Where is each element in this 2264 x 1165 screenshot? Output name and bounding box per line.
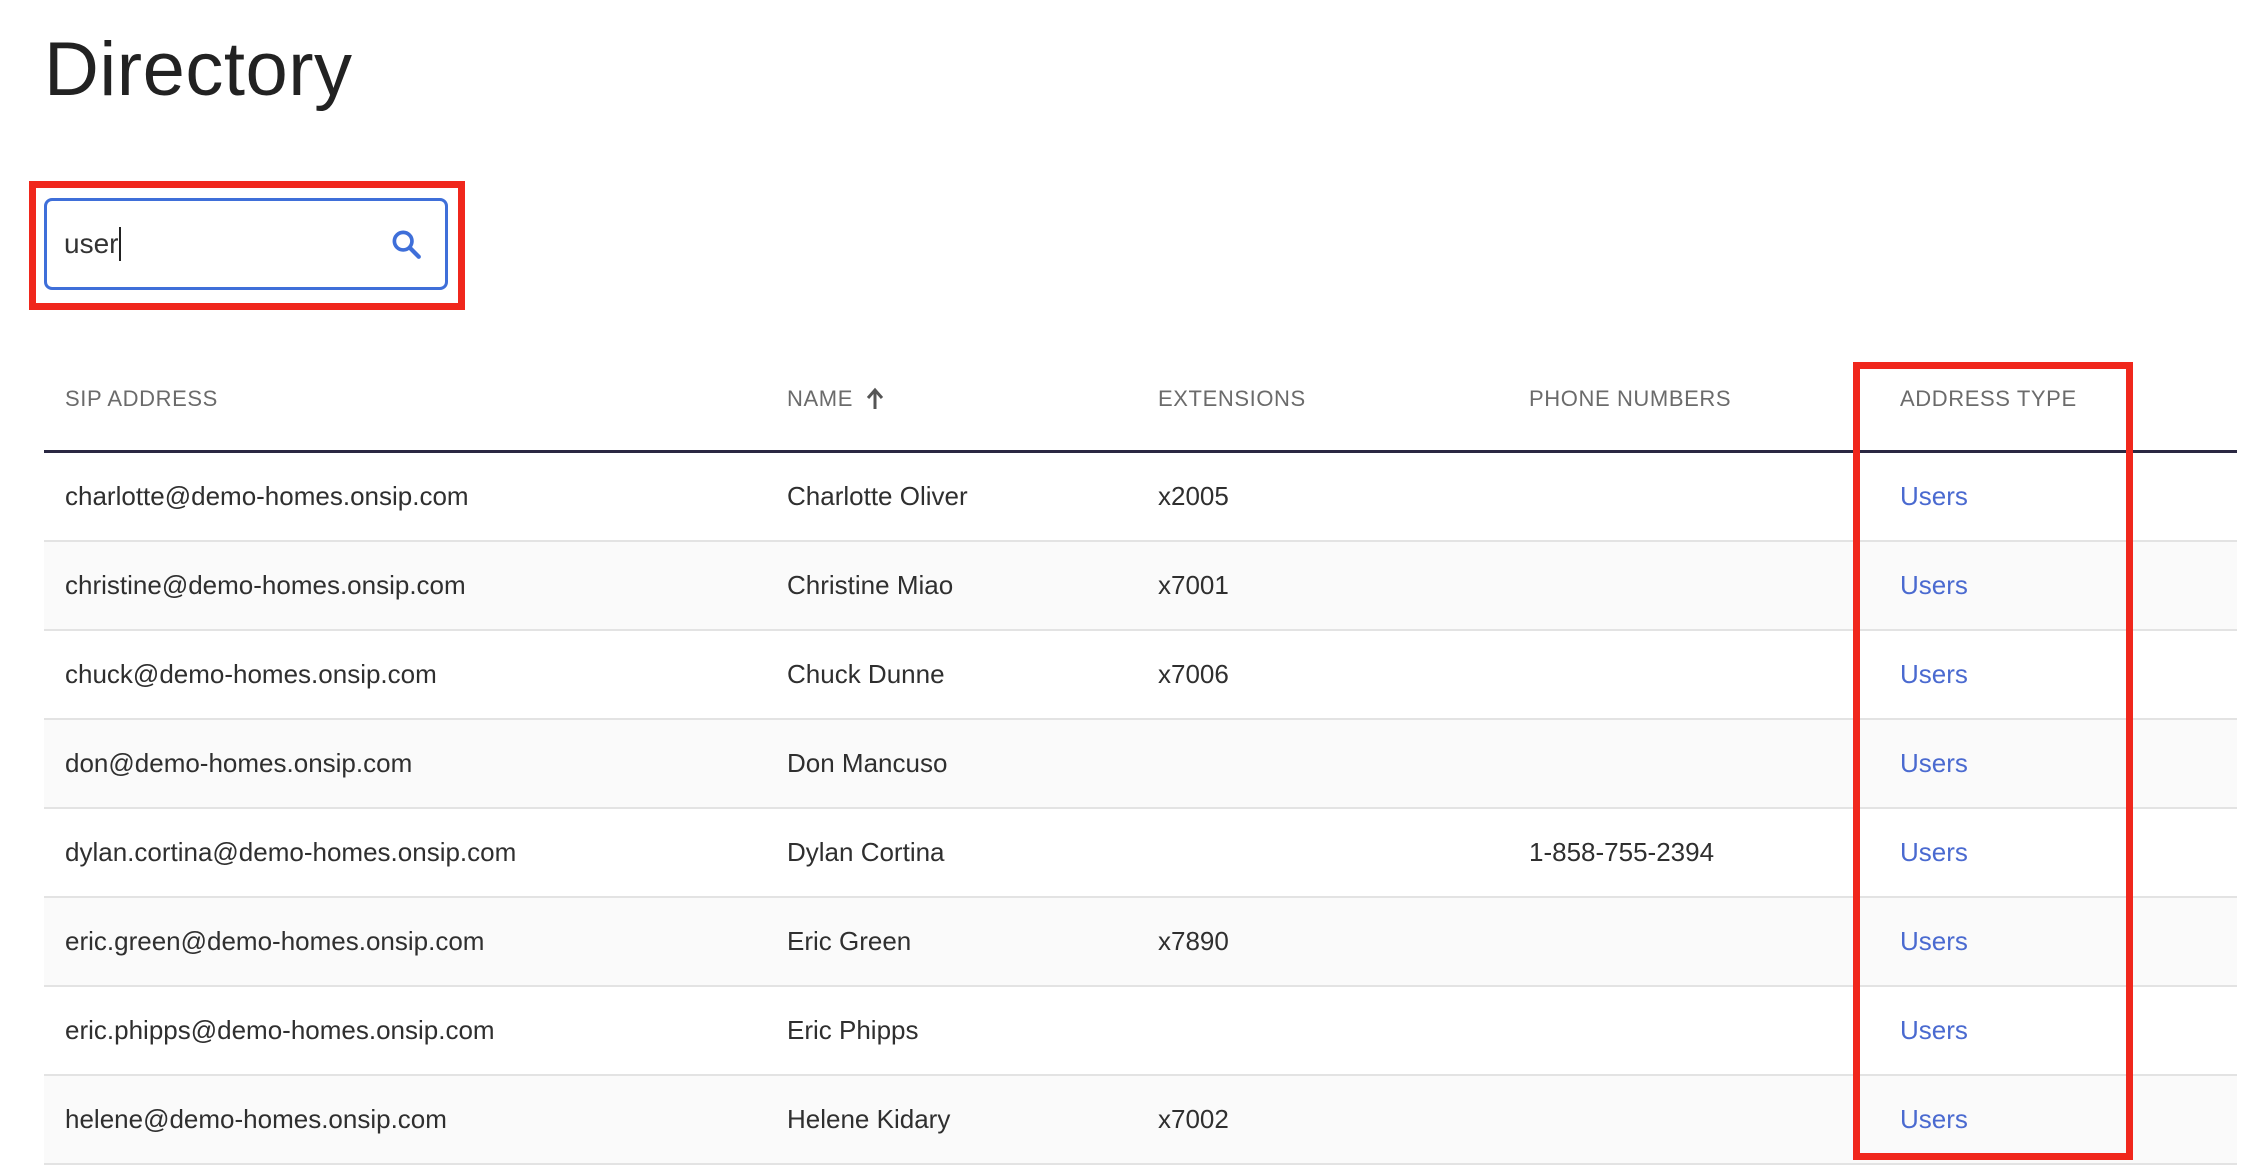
table-row[interactable]: chuck@demo-homes.onsip.com Chuck Dunne x… <box>44 631 2237 720</box>
column-header-phone-numbers[interactable]: PHONE NUMBERS <box>1529 386 1731 412</box>
column-header-label: NAME <box>787 386 853 411</box>
extension-cell: x2005 <box>1158 481 1229 511</box>
table-row[interactable]: helene@demo-homes.onsip.com Helene Kidar… <box>44 1076 2237 1165</box>
name-cell: Chuck Dunne <box>787 659 945 689</box>
search-icon[interactable] <box>389 227 423 261</box>
column-header-label: PHONE NUMBERS <box>1529 386 1732 411</box>
column-header-sip-address[interactable]: SIP ADDRESS <box>65 386 218 412</box>
address-type-link[interactable]: Users <box>1900 898 1968 985</box>
name-cell: Dylan Cortina <box>787 837 945 867</box>
column-header-extensions[interactable]: EXTENSIONS <box>1158 386 1306 412</box>
address-type-link[interactable]: Users <box>1900 631 1968 718</box>
name-cell: Charlotte Oliver <box>787 481 968 511</box>
extension-cell: x7890 <box>1158 926 1229 956</box>
name-cell: Christine Miao <box>787 570 954 600</box>
address-type-link[interactable]: Users <box>1900 1076 1968 1163</box>
search-input[interactable]: user <box>44 198 448 290</box>
search-input-text[interactable]: user <box>64 228 118 260</box>
name-cell: Eric Phipps <box>787 1015 919 1045</box>
table-header: SIP ADDRESS NAME EXTENSIONS PHONE NUMBER… <box>44 346 2237 453</box>
table-row[interactable]: eric.phipps@demo-homes.onsip.com Eric Ph… <box>44 987 2237 1076</box>
table-row[interactable]: charlotte@demo-homes.onsip.com Charlotte… <box>44 453 2237 542</box>
sip-address-cell: don@demo-homes.onsip.com <box>65 748 413 778</box>
directory-table: SIP ADDRESS NAME EXTENSIONS PHONE NUMBER… <box>44 346 2237 1165</box>
text-caret <box>119 227 122 261</box>
table-row[interactable]: christine@demo-homes.onsip.com Christine… <box>44 542 2237 631</box>
arrow-up-icon[interactable] <box>865 387 885 411</box>
column-header-label: ADDRESS TYPE <box>1900 386 2077 411</box>
sip-address-cell: dylan.cortina@demo-homes.onsip.com <box>65 837 517 867</box>
search-input-value[interactable]: user <box>64 227 122 261</box>
phone-number-cell: 1-858-755-2394 <box>1529 837 1715 867</box>
address-type-link[interactable]: Users <box>1900 987 1968 1074</box>
table-row[interactable]: dylan.cortina@demo-homes.onsip.com Dylan… <box>44 809 2237 898</box>
column-header-label: EXTENSIONS <box>1158 386 1306 411</box>
column-header-name[interactable]: NAME <box>787 386 885 412</box>
address-type-link[interactable]: Users <box>1900 720 1968 807</box>
page-title: Directory <box>44 27 353 112</box>
sip-address-cell: helene@demo-homes.onsip.com <box>65 1104 447 1134</box>
name-cell: Don Mancuso <box>787 748 948 778</box>
address-type-link[interactable]: Users <box>1900 542 1968 629</box>
name-cell: Helene Kidary <box>787 1104 951 1134</box>
column-header-address-type[interactable]: ADDRESS TYPE <box>1900 386 2077 412</box>
address-type-link[interactable]: Users <box>1900 809 1968 896</box>
sip-address-cell: charlotte@demo-homes.onsip.com <box>65 481 469 511</box>
column-header-label: SIP ADDRESS <box>65 386 218 411</box>
extension-cell: x7001 <box>1158 570 1229 600</box>
sip-address-cell: eric.green@demo-homes.onsip.com <box>65 926 485 956</box>
table-row[interactable]: don@demo-homes.onsip.com Don Mancuso Use… <box>44 720 2237 809</box>
extension-cell: x7002 <box>1158 1104 1229 1134</box>
sip-address-cell: christine@demo-homes.onsip.com <box>65 570 466 600</box>
sip-address-cell: eric.phipps@demo-homes.onsip.com <box>65 1015 495 1045</box>
sip-address-cell: chuck@demo-homes.onsip.com <box>65 659 437 689</box>
extension-cell: x7006 <box>1158 659 1229 689</box>
address-type-link[interactable]: Users <box>1900 453 1968 540</box>
table-row[interactable]: eric.green@demo-homes.onsip.com Eric Gre… <box>44 898 2237 987</box>
name-cell: Eric Green <box>787 926 912 956</box>
